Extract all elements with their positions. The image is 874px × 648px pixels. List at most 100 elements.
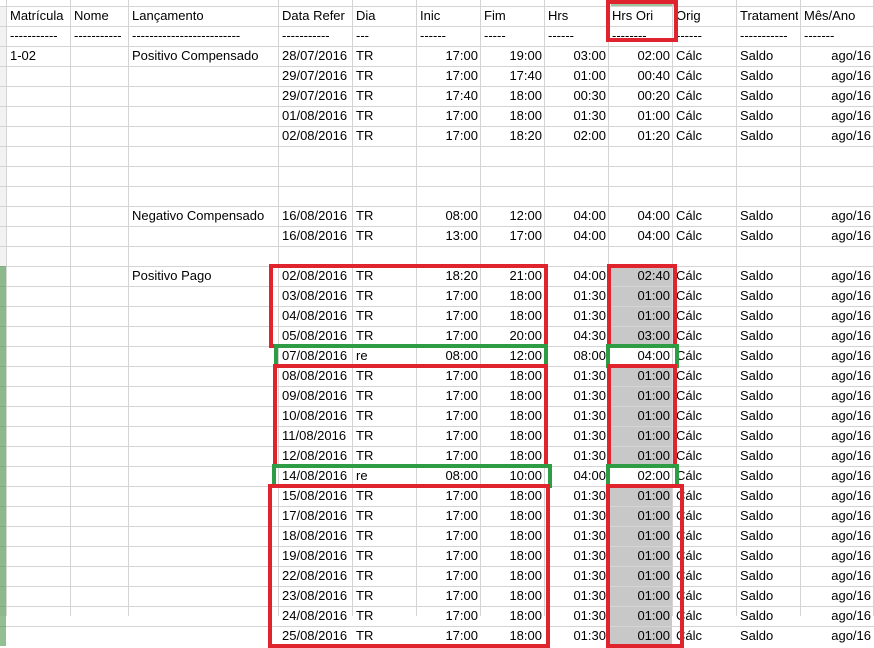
orig-cell[interactable]: Cálc <box>676 546 734 566</box>
orig-cell[interactable]: Cálc <box>676 486 734 506</box>
data-refer-cell[interactable]: 29/07/2016 <box>282 66 350 86</box>
dia-cell[interactable]: TR <box>356 226 414 246</box>
mes-ano-cell[interactable]: ago/16 <box>804 526 871 546</box>
hrs-cell[interactable]: 01:30 <box>548 386 606 406</box>
header-fim[interactable]: Fim <box>484 6 542 26</box>
header-data-refer[interactable]: Data Refer <box>282 6 350 26</box>
mes-ano-cell[interactable]: ago/16 <box>804 206 871 226</box>
mes-ano-cell[interactable]: ago/16 <box>804 346 871 366</box>
orig-cell[interactable]: Cálc <box>676 566 734 586</box>
tratamento-cell[interactable]: Saldo <box>740 366 798 386</box>
tratamento-cell[interactable]: Saldo <box>740 486 798 506</box>
hrs-cell[interactable]: 01:30 <box>548 586 606 606</box>
mes-ano-cell[interactable]: ago/16 <box>804 366 871 386</box>
hrs-cell[interactable]: 02:00 <box>548 126 606 146</box>
tratamento-cell[interactable]: Saldo <box>740 226 798 246</box>
mes-ano-cell[interactable]: ago/16 <box>804 466 871 486</box>
hrs-cell[interactable]: 01:30 <box>548 486 606 506</box>
tratamento-cell[interactable]: Saldo <box>740 46 798 66</box>
tratamento-cell[interactable]: Saldo <box>740 426 798 446</box>
hrs-ori-cell[interactable]: 04:00 <box>612 206 670 226</box>
orig-cell[interactable]: Cálc <box>676 346 734 366</box>
header-dia[interactable]: Dia <box>356 6 414 26</box>
hrs-cell[interactable]: 04:00 <box>548 226 606 246</box>
orig-cell[interactable]: Cálc <box>676 366 734 386</box>
hrs-cell[interactable]: 04:00 <box>548 266 606 286</box>
mes-ano-cell[interactable]: ago/16 <box>804 286 871 306</box>
tratamento-cell[interactable]: Saldo <box>740 546 798 566</box>
hrs-cell[interactable]: 01:30 <box>548 506 606 526</box>
hrs-cell[interactable]: 01:30 <box>548 286 606 306</box>
mes-ano-cell[interactable]: ago/16 <box>804 306 871 326</box>
inic-cell[interactable]: 17:00 <box>420 46 478 66</box>
tratamento-cell[interactable]: Saldo <box>740 306 798 326</box>
lancamento-cell[interactable]: Positivo Compensado <box>132 46 276 66</box>
tratamento-cell[interactable]: Saldo <box>740 566 798 586</box>
orig-cell[interactable]: Cálc <box>676 106 734 126</box>
orig-cell[interactable]: Cálc <box>676 606 734 626</box>
header-hrs[interactable]: Hrs <box>548 6 606 26</box>
mes-ano-cell[interactable]: ago/16 <box>804 106 871 126</box>
dia-cell[interactable]: TR <box>356 66 414 86</box>
orig-cell[interactable]: Cálc <box>676 86 734 106</box>
tratamento-cell[interactable]: Saldo <box>740 466 798 486</box>
tratamento-cell[interactable]: Saldo <box>740 586 798 606</box>
orig-cell[interactable]: Cálc <box>676 286 734 306</box>
header-matricula[interactable]: Matrícula <box>10 6 68 26</box>
tratamento-cell[interactable]: Saldo <box>740 126 798 146</box>
header-mes-ano[interactable]: Mês/Ano <box>804 6 871 26</box>
orig-cell[interactable]: Cálc <box>676 446 734 466</box>
mes-ano-cell[interactable]: ago/16 <box>804 626 871 646</box>
fim-cell[interactable]: 18:00 <box>484 86 542 106</box>
data-refer-cell[interactable]: 29/07/2016 <box>282 86 350 106</box>
hrs-cell[interactable]: 03:00 <box>548 46 606 66</box>
hrs-cell[interactable]: 01:30 <box>548 406 606 426</box>
dia-cell[interactable]: TR <box>356 86 414 106</box>
orig-cell[interactable]: Cálc <box>676 266 734 286</box>
tratamento-cell[interactable]: Saldo <box>740 66 798 86</box>
mes-ano-cell[interactable]: ago/16 <box>804 126 871 146</box>
orig-cell[interactable]: Cálc <box>676 126 734 146</box>
matricula-cell[interactable]: 1-02 <box>10 46 68 66</box>
inic-cell[interactable]: 13:00 <box>420 226 478 246</box>
tratamento-cell[interactable]: Saldo <box>740 206 798 226</box>
mes-ano-cell[interactable]: ago/16 <box>804 86 871 106</box>
tratamento-cell[interactable]: Saldo <box>740 406 798 426</box>
tratamento-cell[interactable]: Saldo <box>740 346 798 366</box>
inic-cell[interactable]: 08:00 <box>420 206 478 226</box>
lancamento-cell[interactable]: Negativo Compensado <box>132 206 276 226</box>
mes-ano-cell[interactable]: ago/16 <box>804 266 871 286</box>
dia-cell[interactable]: TR <box>356 206 414 226</box>
dia-cell[interactable]: TR <box>356 126 414 146</box>
hrs-ori-cell[interactable]: 02:00 <box>612 46 670 66</box>
fim-cell[interactable]: 12:00 <box>484 206 542 226</box>
hrs-cell[interactable]: 04:30 <box>548 326 606 346</box>
tratamento-cell[interactable]: Saldo <box>740 526 798 546</box>
hrs-cell[interactable]: 08:00 <box>548 346 606 366</box>
tratamento-cell[interactable]: Saldo <box>740 626 798 646</box>
data-refer-cell[interactable]: 28/07/2016 <box>282 46 350 66</box>
hrs-cell[interactable]: 04:00 <box>548 466 606 486</box>
mes-ano-cell[interactable]: ago/16 <box>804 386 871 406</box>
fim-cell[interactable]: 18:20 <box>484 126 542 146</box>
tratamento-cell[interactable]: Saldo <box>740 446 798 466</box>
fim-cell[interactable]: 17:40 <box>484 66 542 86</box>
orig-cell[interactable]: Cálc <box>676 326 734 346</box>
header-nome[interactable]: Nome <box>74 6 126 26</box>
data-refer-cell[interactable]: 16/08/2016 <box>282 206 350 226</box>
tratamento-cell[interactable]: Saldo <box>740 326 798 346</box>
lancamento-cell[interactable]: Positivo Pago <box>132 266 276 286</box>
orig-cell[interactable]: Cálc <box>676 526 734 546</box>
orig-cell[interactable]: Cálc <box>676 206 734 226</box>
data-refer-cell[interactable]: 16/08/2016 <box>282 226 350 246</box>
header-inic[interactable]: Inic <box>420 6 478 26</box>
mes-ano-cell[interactable]: ago/16 <box>804 606 871 626</box>
data-refer-cell[interactable]: 01/08/2016 <box>282 106 350 126</box>
hrs-cell[interactable]: 01:30 <box>548 426 606 446</box>
tratamento-cell[interactable]: Saldo <box>740 286 798 306</box>
hrs-cell[interactable]: 04:00 <box>548 206 606 226</box>
mes-ano-cell[interactable]: ago/16 <box>804 46 871 66</box>
dia-cell[interactable]: TR <box>356 106 414 126</box>
hrs-ori-cell[interactable]: 04:00 <box>612 226 670 246</box>
orig-cell[interactable]: Cálc <box>676 226 734 246</box>
